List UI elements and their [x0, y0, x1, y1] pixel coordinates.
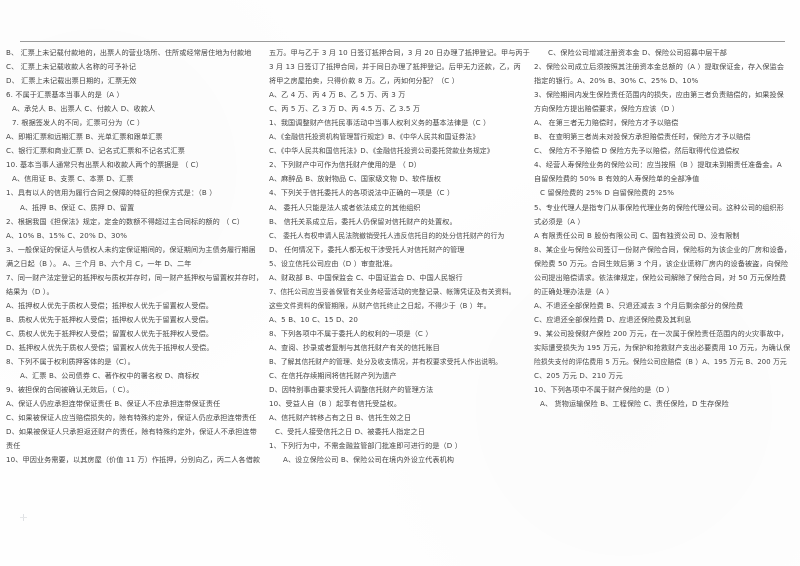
text-line: A、查阅、抄录或者复制与其信托财产有关的信托账目	[269, 342, 440, 352]
text-line: A、5 B、10 C、15 D、20	[269, 314, 359, 324]
column-left: B、 汇票上未记载付款地的，出票人的营业场所、住所或经常居住地为付款地 C、 汇…	[0, 46, 265, 467]
text-line: 结果为（D ）。	[6, 286, 54, 296]
text-line: 自留保险费的 50% B 有效的人寿保险单的全部净值	[534, 174, 700, 184]
text-line: 这些文件资料的保管期限，从财产信托终止之日起，不得少于（B ）年。	[269, 301, 491, 310]
text-line: A、即期汇票和远期汇票 B、光单汇票和跟单汇票	[6, 132, 163, 142]
text-line: 10. 基本当事人通常只有出票人和收款人两个的票据是 （ C）	[6, 160, 203, 170]
text-line: C、 保险方不予赔偿 D 保险方先予以赔偿，然后取得代位追偿权	[534, 146, 740, 156]
column-middle: 五万。甲与乙于 3 月 10 日签订抵押合同，3 月 20 日办理了抵押登记。甲…	[265, 46, 530, 467]
text-line: D、 汇票上未记载出票日期的，汇票无效	[6, 76, 137, 86]
text-line: 7. 根据签发人的不同，汇票可分为（C ）	[12, 118, 145, 128]
text-line: A、麻醉品 B、放射物品 C、国家级文物 D、软件版权	[269, 174, 442, 184]
text-line: A、承兑人 B、出票人 C、付款人 D、收款人	[12, 104, 156, 114]
scanned-page: B、 汇票上未记载付款地的，出票人的营业场所、住所或经常居住地为付款地 C、 汇…	[0, 0, 800, 566]
text-line: 9、被担保的合同被确认无效后，（ C）。	[6, 385, 134, 395]
text-line: D、如果被保证人只承担返还财产的责任，除有特殊约定外，保证人不承担连带	[6, 427, 257, 437]
text-line: 4、下列关于信托委托人的各项说法中正确的一项是（C ）	[269, 188, 455, 198]
text-line: 五万。甲与乙于 3 月 10 日签订抵押合同，3 月 20 日办理了抵押登记。甲…	[269, 48, 530, 57]
text-line: A、抵押 B、保证 C、质押 D、留置	[20, 202, 135, 212]
text-line: 1、具有以人的信用为履行合同之保障的特征的担保方式是：（B ）	[6, 188, 217, 198]
text-line: C、 委托人有权申请人民法院撤销受托人违反信托目的的处分信托财产的行为	[269, 231, 505, 240]
text-line: A、财政部 B、中国保监会 C、中国证监会 D、中国人民银行	[269, 272, 463, 282]
text-line: C、205 万元 D、210 万元	[534, 371, 623, 381]
text-line: A、 在第三者无力赔偿时，保险方才予以赔偿	[534, 118, 679, 128]
text-line: 满之日起（B ）。 A、三个月 B、六个月 C，一年 D、二年	[6, 258, 192, 268]
text-line: A 有限责任公司 B 股份有限公司 C、国有独资公司 D、没有限制	[534, 230, 740, 240]
text-line: A、 货物运输保险 B、工程保险 C、责任保险，D 生存保险	[540, 399, 729, 409]
text-line: 5、专业代理人是指专门从事保险代理业务的保险代理公司。这种公司的组织形	[534, 202, 784, 212]
text-line: 5、设立信托公司应由（D ）审查批准。	[269, 258, 398, 268]
text-line: 7、信托公司应当妥善保管有关业务经营活动的完整记录、帐簿凭证及有关资料。	[269, 287, 516, 296]
text-line: B、 在查明第三者尚未对投保方承担赔偿责任时，保险方才予以赔偿	[534, 132, 751, 142]
text-line: 8、某企业与保险公司签订一份财产保险合同，保险标的为该企业的厂房和设备，	[534, 244, 792, 254]
text-line: C、质权人优先于抵押权人受偿；留置权人优先于抵押权人受偿。	[6, 328, 214, 338]
text-line: A、10% B、15% C、20% D、30%	[6, 230, 128, 240]
text-line: 险损失支付的评估费用 5 万元。保险公司应赔偿（B ）A、195 万元 B、20…	[534, 358, 787, 367]
text-line: 实际遭受损失为 195 万元，为保护和抢救财产支出必要费用 10 万元，为确认保	[534, 342, 791, 352]
text-line: D、 任何情况下，委托人都无权干涉受托人对信托财产的管理	[269, 244, 465, 254]
text-line: 指定的银行。A、20% B、30% C、25% D、10%	[534, 76, 699, 86]
text-line: D、因特别事由要求受托人调整信托财产的管理方法	[269, 385, 434, 395]
text-line: A、《金融信托投资机构管理暂行规定》B、《中华人民共和国证券法》	[269, 133, 480, 142]
column-right: C、保险公司增减注册资本金 D、保险公司招募中层干部 2、保险公司成立后须按照其…	[530, 46, 795, 411]
text-line: 1、我国调整财产信托民事活动中当事人权利义务的基本法律是（C ）	[269, 118, 491, 128]
text-line: A、抵押权人优先于质权人受偿；抵押权人优先于留置权人受偿。	[6, 300, 213, 310]
header-horizontal-rule	[20, 41, 785, 42]
text-line: 10、甲因业务需要，以其房屋（价值 11 万）作抵押，分别向乙，丙二人各借款	[6, 455, 261, 465]
text-line: 责任	[6, 441, 21, 451]
text-line: 2、下列财产中可作为信托财产使用的是 （ D）	[269, 160, 422, 170]
text-line: B、了解其信托财产的管理、处分及收支情况，并有权要求受托人作出说明。	[269, 358, 503, 367]
text-line: C、银行汇票和商业汇票 D、记名式汇票和不记名式汇票	[6, 146, 185, 156]
text-line: C、 汇票上未记载收款人名称的可予补记	[6, 62, 137, 72]
text-line: A、信托财产转移占有之日 B、信托生效之日	[269, 413, 412, 423]
text-line: 8、下列不属于权利质押客体的是（C）。	[6, 357, 135, 367]
text-line: 方向保险方提出赔偿要求，保险方应该（D ）	[534, 104, 680, 114]
text-line: 3、保险期间内发生保险责任范围内的损失，应由第三者负责赔偿的，如果投保	[534, 90, 784, 100]
text-line: 7、同一财产法定登记的抵押权与质权并存时，同一财产抵押权与留置权并存时，	[6, 272, 264, 282]
text-line: A、汇票 B、公司债券 C、著作权中的署名权 D、商标权	[20, 371, 200, 381]
text-line: 9、某公司投保财产保险 200 万元，在一次属于保险责任范围内的火灾事故中，	[534, 328, 789, 338]
text-line: 1、下列行为中，不需金融监管部门批准即可进行的是（D ）	[269, 441, 462, 451]
text-line: C、丙 5 万、乙 3 万 D、丙 4.5 万、乙 3.5 万	[269, 104, 421, 114]
text-line: 式必须是（A ）	[534, 216, 585, 226]
text-line: A、不退还全部保险费 B、只退还减去 3 个月后剩余部分的保险费	[534, 300, 744, 310]
text-line: C、应退还全部保险费 D、应退还保险费及其利息	[534, 314, 692, 324]
text-line: D、抵押权人优先于质权人受偿；留置权人优先于抵押权人受偿。	[6, 342, 214, 352]
text-line: C、《中华人民共和国信托法》D、《金融信托投资公司委托贷款业务规定》	[269, 147, 494, 156]
text-line: C、受托人接受信托之日 D、被委托人指定之日	[275, 427, 426, 437]
text-line: 2、根据我国《担保法》规定，定金的数额不得超过主合同标的额的 （ C）	[6, 216, 245, 226]
text-line: B、 汇票上未记载付款地的，出票人的营业场所、住所或经常居住地为付款地	[6, 48, 252, 57]
text-line: C、保险公司增减注册资本金 D、保险公司招募中层干部	[548, 48, 727, 57]
text-line: C 留保险费的 25% D 自留保险费的 25%	[540, 188, 675, 198]
text-line: C、在信托存续期间将信托财产列为遗产	[269, 371, 397, 381]
text-line: A、设立保险公司 B、保险公司在境内外设立代表机构	[283, 455, 455, 465]
text-line: A、保证人仍应承担连带保证责任 B、保证人不应承担连带保证责任	[6, 399, 221, 409]
text-line: C、如果被保证人应当赔偿损失的，除有特殊约定外，保证人仍应承担连带责任	[6, 413, 257, 423]
text-line: 3 月 13 日签订了抵押合同，并于同日办理了抵押登记。后甲无力还款，乙，丙	[269, 62, 521, 72]
text-line: 8、下列各项中不属于委托人的权利的一项是（C ）	[269, 328, 433, 338]
three-column-layout: B、 汇票上未记载付款地的，出票人的营业场所、住所或经常居住地为付款地 C、 汇…	[0, 46, 800, 558]
text-line: A、乙 4 万、丙 4 万 B、乙 5 万、丙 3 万	[269, 90, 406, 100]
text-line: B、 信托关系成立后，委托人仍保留对信托财产的处置权。	[269, 216, 457, 226]
text-line: 10、下列各项中不属于财产保险的是（D ）	[534, 385, 674, 395]
text-line: 将甲之房屋拍卖，只得价款 8 万。乙，丙如何分配？（C ）	[269, 76, 459, 86]
text-line: 6. 不属于汇票基本当事人的是（A ）	[6, 90, 124, 100]
text-line: B、质权人优先于抵押权人受偿；抵押权人优先于留置权人受偿。	[6, 314, 213, 324]
text-line: 公司提出赔偿请求。依法律规定，保险公司解除了保险合同，对 50 万元保险费	[534, 272, 787, 282]
text-line: 3、一般保证的保证人与债权人未约定保证期间的，保证期间为主债务履行期届	[6, 244, 256, 254]
text-line: 保险费 50 万元。合同生效后第 3 个月，该企业谎称厂房内的设备被盗，向保险	[534, 258, 789, 268]
scan-artifact-speck	[20, 514, 27, 521]
text-line: 4、经营人寿保险业务的保险公司：应当按照（B ）提取未到期责任准备金。A	[534, 160, 782, 170]
text-line: 2、保险公司成立后须按照其注册资本金总额的（A ）提取保证金，存入保监会	[534, 62, 785, 72]
text-line: 10、受益人自（B ）起享有信托受益权。	[269, 399, 402, 409]
text-line: A、 委托人只能是法人或者依法成立的其他组织	[269, 202, 421, 212]
text-line: 的正确处理办法是（A ）	[534, 286, 614, 296]
text-line: A、信用证 B、支票 C、本票 D、汇票	[12, 174, 134, 184]
